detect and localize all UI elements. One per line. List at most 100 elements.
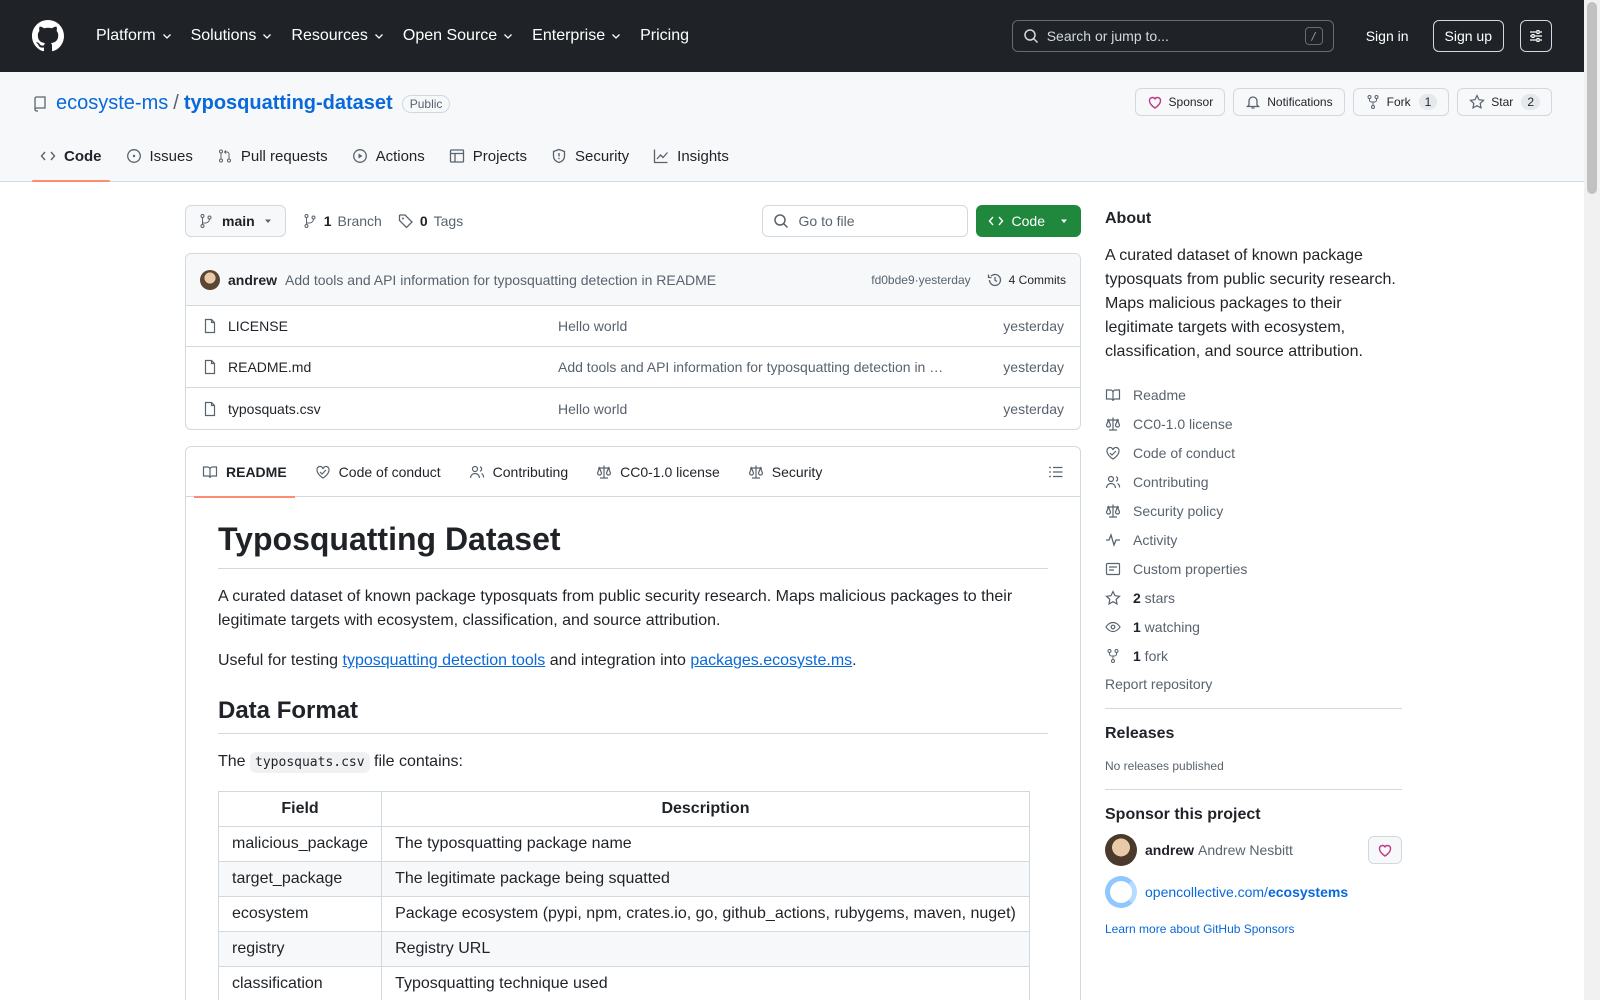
readme-tab-readme[interactable]: README [194, 447, 295, 498]
file-name-link[interactable]: typosquats.csv [228, 401, 558, 417]
readme-useful-paragraph: Useful for testing typosquatting detecti… [218, 649, 1048, 673]
tab-pull-requests[interactable]: Pull requests [209, 132, 336, 180]
sponsor-heart-button[interactable] [1368, 836, 1402, 864]
tab-actions[interactable]: Actions [344, 132, 433, 180]
commit-message-link[interactable]: Add tools and API information for typosq… [285, 272, 716, 288]
file-name-link[interactable]: README.md [228, 359, 558, 375]
nav-label: Open Source [402, 27, 498, 44]
branch-select[interactable]: main [185, 205, 286, 237]
main-content: main 1 Branch 0 Tags Go to file Code and… [185, 205, 1081, 1000]
table-header-row: Field Description [217, 791, 1030, 827]
avatar[interactable] [1105, 834, 1137, 866]
star-button[interactable]: Star 2 [1457, 88, 1552, 116]
about-description: A curated dataset of known package typos… [1105, 247, 1396, 360]
readme-link[interactable]: Readme [1105, 380, 1402, 409]
tab-label: Actions [375, 147, 425, 165]
file-commit-message-link[interactable]: Add tools and API information for typosq… [558, 359, 948, 375]
table-cell: target_package [217, 861, 383, 897]
file-icon [204, 401, 216, 416]
activity-link[interactable]: Activity [1105, 525, 1402, 554]
divider [1105, 789, 1402, 790]
sign-up-button[interactable]: Sign up [1432, 20, 1504, 52]
file-time: yesterday [1003, 359, 1064, 375]
repo-name-link[interactable]: typosquatting-dataset [184, 92, 393, 115]
tab-security[interactable]: Security [543, 132, 637, 180]
chevron-down-icon [162, 34, 171, 39]
nav-open-source[interactable]: Open Source [395, 18, 522, 54]
go-to-file-input[interactable]: Go to file [761, 205, 968, 237]
tag-count: 0 [419, 213, 428, 229]
opencollective-link[interactable]: opencollective.com/ecosystems [1145, 884, 1348, 900]
sponsor-label: Sponsor [1168, 95, 1214, 109]
outline-button[interactable] [1048, 464, 1064, 480]
chevron-down-icon [504, 34, 513, 39]
pulse-icon [1106, 532, 1120, 547]
scrollbar-thumb[interactable] [1587, 2, 1597, 194]
table-icon [449, 149, 464, 163]
file-commit-message-link[interactable]: Hello world [558, 318, 948, 334]
readme-tab-security[interactable]: Security [740, 447, 831, 497]
branches-link[interactable]: 1 Branch [302, 213, 382, 229]
law-icon [1105, 417, 1121, 431]
visibility-badge: Public [401, 94, 451, 113]
fork-icon [1367, 95, 1379, 109]
file-name-link[interactable]: LICENSE [228, 318, 558, 334]
license-link[interactable]: CC0-1.0 license [1105, 409, 1402, 438]
chevron-down-icon [374, 34, 383, 39]
security-policy-link[interactable]: Security policy [1105, 496, 1402, 525]
avatar[interactable] [200, 269, 220, 290]
nav-pricing[interactable]: Pricing [632, 18, 697, 54]
people-icon [469, 465, 484, 478]
stars-link[interactable]: 2 stars [1105, 583, 1402, 612]
custom-properties-link[interactable]: Custom properties [1105, 554, 1402, 583]
commit-author-link[interactable]: andrew [228, 272, 277, 288]
commit-sha-link[interactable]: fd0bde9 [871, 273, 914, 287]
report-repository-link[interactable]: Report repository [1105, 676, 1402, 692]
tab-issues[interactable]: Issues [118, 132, 201, 180]
sponsor-login[interactable]: andrew [1145, 842, 1194, 858]
sponsor-button[interactable]: Sponsor [1134, 88, 1226, 116]
repo-separator: / [173, 92, 179, 114]
releases-heading[interactable]: Releases [1105, 725, 1402, 743]
packages-ecosystems-link[interactable]: packages.ecosyste.ms [690, 652, 852, 669]
watchers-link[interactable]: 1 watching [1105, 612, 1402, 641]
table-row: ecosystem Package ecosystem (pypi, npm, c… [217, 896, 1030, 932]
history-icon [987, 273, 1001, 286]
nav-resources[interactable]: Resources [283, 18, 392, 54]
nav-enterprise[interactable]: Enterprise [524, 18, 630, 54]
stars-text: 2 stars [1133, 590, 1175, 606]
readme-tabs: README Code of conduct Contributing CC0-… [186, 447, 1080, 498]
nav-platform[interactable]: Platform [88, 18, 181, 54]
readme-tab-code-of-conduct[interactable]: Code of conduct [307, 447, 449, 497]
readme-tab-contributing[interactable]: Contributing [461, 447, 577, 497]
notifications-button[interactable]: Notifications [1233, 88, 1345, 116]
table-cell: The typosquatting package name [381, 826, 1030, 862]
sign-in-link[interactable]: Sign in [1358, 28, 1417, 44]
header-menu-button[interactable] [1520, 20, 1552, 52]
tab-label: Security [771, 463, 823, 480]
fork-button[interactable]: Fork 1 [1352, 88, 1450, 116]
useful-suffix: . [852, 652, 857, 669]
learn-more-sponsors-link[interactable]: Learn more about GitHub Sponsors [1105, 922, 1402, 936]
commits-history-link[interactable]: 4 Commits [987, 272, 1066, 288]
contributing-link[interactable]: Contributing [1105, 467, 1402, 496]
tab-code[interactable]: Code [32, 132, 110, 182]
search-input[interactable]: Search or jump to... / [1011, 20, 1334, 52]
page-scrollbar[interactable] [1584, 0, 1600, 1000]
tab-projects[interactable]: Projects [441, 132, 535, 180]
repo-owner-link[interactable]: ecosyste-ms [56, 92, 168, 115]
readme-title: Typosquatting Dataset [218, 521, 1048, 569]
sponsor-heading: Sponsor this project [1105, 806, 1261, 823]
code-dropdown-button[interactable]: Code [975, 205, 1081, 237]
code-of-conduct-link[interactable]: Code of conduct [1105, 438, 1402, 467]
forks-link[interactable]: 1 fork [1105, 641, 1402, 670]
tab-insights[interactable]: Insights [645, 132, 737, 180]
file-commit-message-link[interactable]: Hello world [558, 401, 948, 417]
tags-link[interactable]: 0 Tags [398, 213, 463, 229]
readme-tab-license[interactable]: CC0-1.0 license [588, 447, 728, 497]
github-logo-icon[interactable] [32, 20, 64, 52]
detection-tools-link[interactable]: typosquatting detection tools [343, 652, 546, 669]
nav-solutions[interactable]: Solutions [183, 18, 282, 54]
top-nav: Platform Solutions Resources Open Source… [88, 18, 699, 54]
nav-label: Enterprise [532, 27, 606, 44]
